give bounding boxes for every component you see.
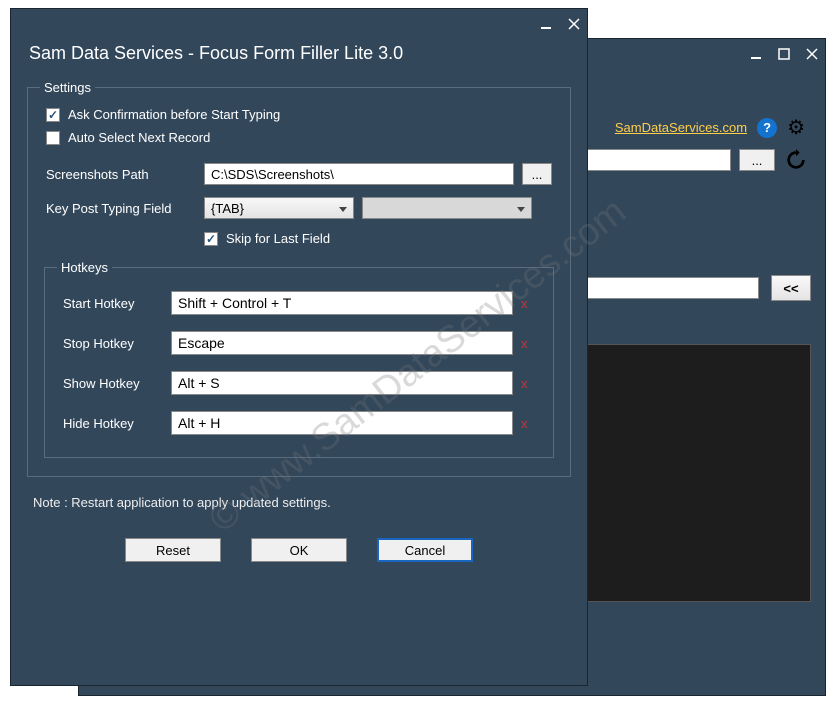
hotkey-input[interactable] [171,371,513,395]
key-post-value: {TAB} [211,201,244,216]
browse-button[interactable]: ... [739,149,775,171]
close-button[interactable] [805,47,819,61]
skip-last-label: Skip for Last Field [226,231,330,246]
hotkey-label: Stop Hotkey [63,336,163,351]
clear-hotkey-icon[interactable]: x [521,296,535,311]
auto-select-checkbox[interactable] [46,131,60,145]
screenshots-path-label: Screenshots Path [46,167,196,182]
restart-note: Note : Restart application to apply upda… [11,487,587,518]
dlg-minimize-button[interactable] [539,17,553,31]
key-post-combo[interactable]: {TAB} [204,197,354,219]
hotkey-label: Start Hotkey [63,296,163,311]
clear-hotkey-icon[interactable]: x [521,416,535,431]
dialog-title: Sam Data Services - Focus Form Filler Li… [11,39,587,76]
hotkey-row: Start Hotkey x [57,283,541,323]
hotkey-row: Hide Hotkey x [57,403,541,443]
screenshots-path-input[interactable] [204,163,514,185]
reset-button[interactable]: Reset [125,538,221,562]
key-post-secondary-combo[interactable] [362,197,532,219]
browse-screenshots-button[interactable]: ... [522,163,552,185]
hotkey-label: Hide Hotkey [63,416,163,431]
skip-last-checkbox[interactable] [204,232,218,246]
auto-select-label: Auto Select Next Record [68,130,210,145]
settings-legend: Settings [40,80,95,95]
ask-confirmation-label: Ask Confirmation before Start Typing [68,107,280,122]
hotkey-input[interactable] [171,291,513,315]
key-post-label: Key Post Typing Field [46,201,196,216]
settings-fieldset: Settings Ask Confirmation before Start T… [27,80,571,477]
refresh-icon[interactable] [783,148,809,172]
clear-hotkey-icon[interactable]: x [521,376,535,391]
maximize-button[interactable] [777,47,791,61]
help-icon[interactable]: ? [757,118,777,138]
ok-button[interactable]: OK [251,538,347,562]
hotkey-input[interactable] [171,411,513,435]
hotkeys-fieldset: Hotkeys Start HotkeyxStop HotkeyxShow Ho… [44,260,554,458]
prev-button[interactable]: << [771,275,811,301]
hotkey-label: Show Hotkey [63,376,163,391]
gear-icon[interactable]: ⚙ [787,115,805,140]
ask-confirmation-checkbox[interactable] [46,108,60,122]
minimize-button[interactable] [749,47,763,61]
hotkey-row: Stop Hotkey x [57,323,541,363]
website-link[interactable]: SamDataServices.com [615,120,747,135]
hotkeys-legend: Hotkeys [57,260,112,275]
hotkey-input[interactable] [171,331,513,355]
fg-titlebar [11,9,587,39]
hotkey-row: Show Hotkey x [57,363,541,403]
settings-dialog: Sam Data Services - Focus Form Filler Li… [10,8,588,686]
dlg-close-button[interactable] [567,17,581,31]
clear-hotkey-icon[interactable]: x [521,336,535,351]
cancel-button[interactable]: Cancel [377,538,473,562]
